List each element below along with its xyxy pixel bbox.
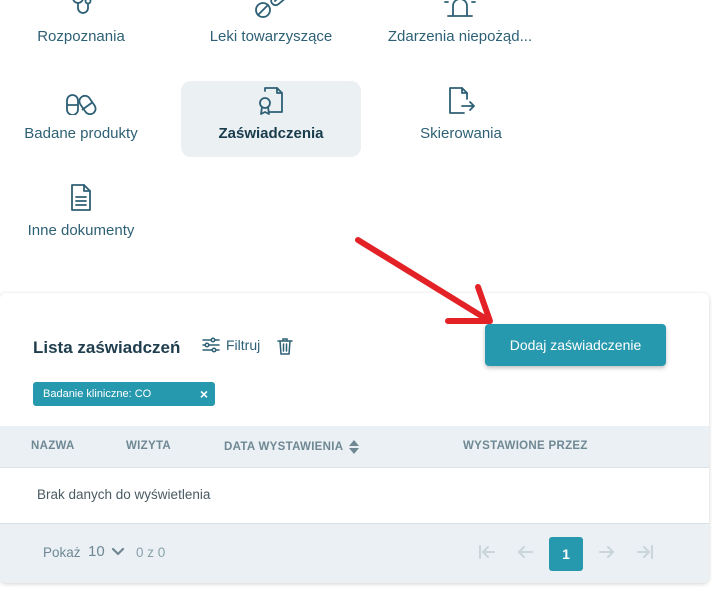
tile-label: Leki towarzyszące	[209, 28, 333, 45]
previous-page-icon[interactable]	[516, 544, 534, 560]
table-header: NAZWA WIZYTA DATA WYSTAWIENIA WYSTAWIONE…	[0, 426, 709, 468]
remove-filter-icon[interactable]: ×	[200, 386, 208, 402]
referral-icon	[446, 85, 476, 115]
sliders-icon	[202, 337, 220, 353]
tile-rozpoznania[interactable]: Rozpoznania	[0, 0, 171, 64]
pill-icon	[254, 0, 288, 18]
clear-filters-button[interactable]	[277, 337, 293, 360]
list-title: Lista zaświadczeń	[33, 338, 181, 357]
filter-button[interactable]: Filtruj	[202, 337, 260, 353]
tile-badane-produkty[interactable]: Badane produkty	[0, 85, 171, 161]
column-header-wizyta[interactable]: WIZYTA	[126, 440, 171, 452]
filter-chip-text: Badanie kliniczne: CO	[43, 388, 152, 400]
certificate-icon	[257, 85, 285, 115]
capsules-icon	[65, 85, 97, 115]
certificates-list-card: Lista zaświadczeń Filtruj Dodaj zaświadc…	[0, 293, 709, 583]
last-page-icon[interactable]	[636, 544, 654, 560]
per-page-label: Pokaż	[43, 545, 81, 560]
chevron-down-icon	[111, 547, 124, 555]
sort-icon	[349, 440, 360, 454]
tile-leki-towarzyszace[interactable]: Leki towarzyszące	[181, 0, 361, 64]
tile-inne-dokumenty[interactable]: Inne dokumenty	[0, 182, 171, 258]
per-page-select[interactable]: 10	[88, 543, 125, 560]
tile-label: Inne dokumenty	[27, 222, 135, 239]
filter-label: Filtruj	[226, 337, 261, 353]
trash-icon	[277, 338, 293, 355]
siren-icon	[442, 0, 478, 18]
document-icon	[69, 182, 93, 212]
tile-label: Rozpoznania	[37, 28, 125, 45]
document-category-tiles: Rozpoznania Leki towarzyszące Zdarzenia …	[0, 0, 715, 290]
pagination-bar: Pokaż 10 0 z 0 1	[0, 523, 709, 583]
tile-skierowania[interactable]: Skierowania	[371, 85, 551, 161]
tile-zdarzenia-niepozadane[interactable]: Zdarzenia niepożąd...	[370, 0, 550, 64]
filter-chip: Badanie kliniczne: CO ×	[33, 382, 215, 406]
stethoscope-icon	[68, 0, 94, 18]
next-page-icon[interactable]	[598, 544, 616, 560]
tile-label: Zdarzenia niepożąd...	[387, 28, 533, 45]
results-range: 0 z 0	[136, 545, 166, 560]
empty-table-message: Brak danych do wyświetlenia	[37, 487, 211, 502]
tile-label: Badane produkty	[24, 125, 138, 142]
tile-zaswiadczenia[interactable]: Zaświadczenia	[181, 81, 361, 157]
column-header-wystawione-przez[interactable]: WYSTAWIONE PRZEZ	[463, 440, 588, 452]
page-number-current[interactable]: 1	[549, 537, 583, 571]
first-page-icon[interactable]	[478, 544, 496, 560]
column-header-data-wystawienia[interactable]: DATA WYSTAWIENIA	[224, 440, 360, 454]
tile-label: Zaświadczenia	[218, 125, 324, 142]
tile-label: Skierowania	[420, 125, 502, 142]
column-header-nazwa[interactable]: NAZWA	[31, 440, 75, 452]
add-certificate-button[interactable]: Dodaj zaświadczenie	[485, 324, 666, 366]
per-page-value: 10	[88, 543, 105, 560]
